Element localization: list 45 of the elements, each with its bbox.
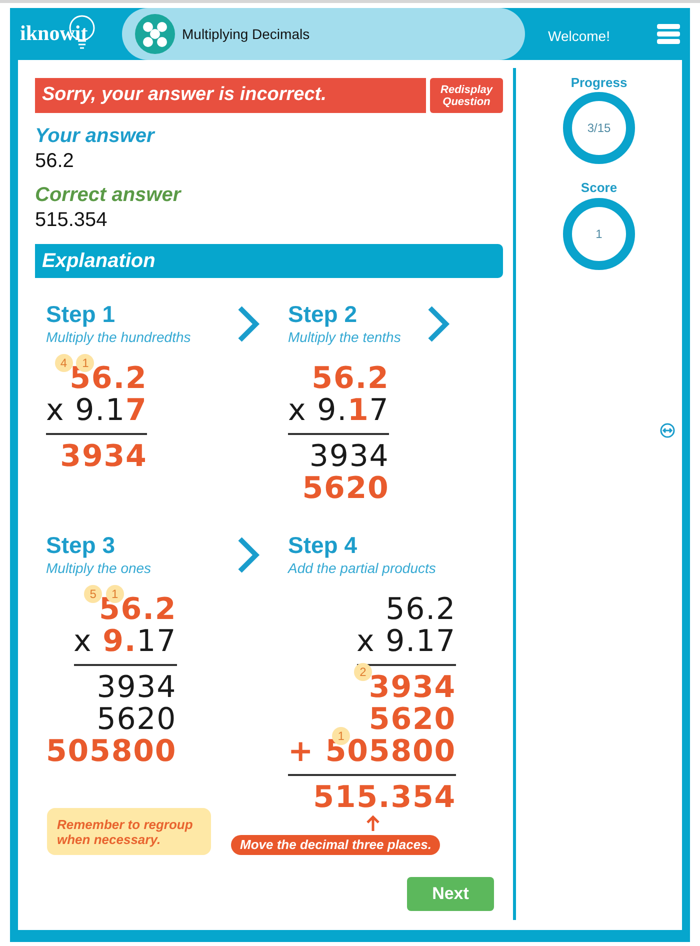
- dots-circle-icon: [135, 14, 175, 54]
- number-row: 5620: [96, 704, 177, 736]
- step-title: Step 1: [46, 300, 116, 328]
- number-row: 3934: [309, 441, 390, 473]
- number-row: 515.354: [313, 782, 456, 814]
- stat-ring: 1: [563, 198, 635, 270]
- up-arrow-icon: [366, 815, 380, 832]
- tip-note: Remember to regroup when necessary.: [47, 808, 211, 855]
- step-subtitle: Multiply the hundredths: [46, 328, 192, 346]
- number-row: 505800: [46, 736, 177, 768]
- step-title: Step 3: [46, 531, 116, 559]
- step-title: Step 2: [288, 300, 358, 328]
- number-row: 3934: [96, 672, 177, 704]
- step-subtitle: Multiply the ones: [46, 559, 152, 577]
- answer-value: 56.2: [35, 150, 75, 172]
- answer-value: 515.354: [35, 209, 108, 231]
- welcome-text: Welcome!: [548, 26, 610, 46]
- stat-label: Score: [580, 180, 618, 196]
- number-row: x 9.17: [46, 395, 148, 427]
- stat-ring: 3/15: [563, 92, 635, 164]
- redisplay-question-button[interactable]: Redisplay Question: [430, 78, 503, 113]
- callout-pill: Move the decimal three places.: [231, 835, 440, 855]
- number-row: 56.2: [386, 594, 456, 626]
- answer-label: Correct answer: [35, 184, 182, 206]
- carry-digit: 4: [54, 354, 73, 372]
- number-row: x 9.17: [288, 395, 390, 427]
- number-row: 56.2: [312, 363, 390, 395]
- carry-digit: 5: [84, 585, 102, 603]
- step-subtitle: Add the partial products: [288, 559, 436, 577]
- feedback-banner: Sorry, your answer is incorrect.: [35, 78, 426, 113]
- number-row: 3934: [60, 441, 148, 473]
- menu-icon[interactable]: [657, 24, 680, 44]
- resize-handle-icon[interactable]: [660, 423, 675, 438]
- number-row: 5620: [302, 473, 390, 505]
- step-subtitle: Multiply the tenths: [288, 328, 402, 346]
- next-button[interactable]: Next: [407, 877, 494, 911]
- number-row: 5620: [368, 704, 456, 736]
- answer-label: Your answer: [35, 125, 156, 147]
- number-row: x 9.17: [74, 626, 177, 658]
- number-row: x 9.17: [356, 626, 456, 658]
- topic-title: Multiplying Decimals: [182, 24, 310, 44]
- carry-digit: 2: [354, 663, 372, 681]
- stat-label: Progress: [570, 75, 628, 91]
- explanation-bar: Explanation: [35, 244, 503, 278]
- step-title: Step 4: [288, 531, 358, 559]
